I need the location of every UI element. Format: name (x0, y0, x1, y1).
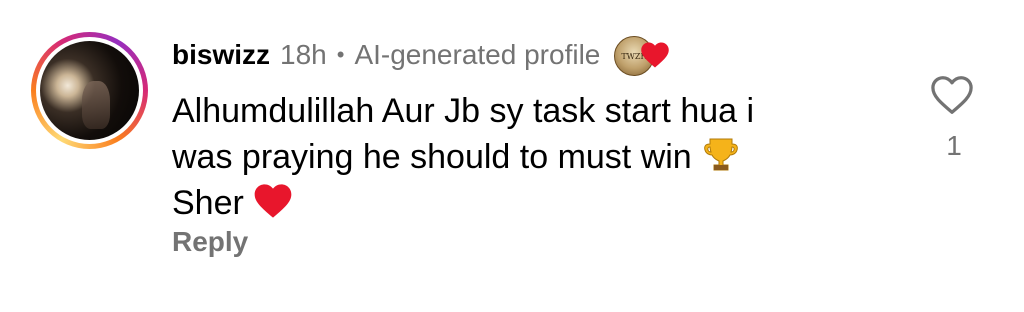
red-heart-icon (254, 184, 292, 218)
comment-time: 18h (280, 39, 327, 70)
like-count: 1 (946, 130, 962, 161)
avatar[interactable] (40, 41, 139, 140)
comment-line-1: Alhumdulillah Aur Jb sy task start hua i (172, 92, 755, 130)
ai-profile-label[interactable]: AI-generated profile (354, 39, 600, 71)
heart-outline-icon (931, 75, 973, 114)
badge-heart-icon (641, 42, 670, 68)
username-link[interactable]: biswizz (172, 39, 270, 71)
fan-badge[interactable]: TWZH (612, 35, 672, 76)
reply-button[interactable]: Reply (172, 226, 248, 258)
like-button[interactable] (928, 74, 976, 118)
comment-text: Alhumdulillah Aur Jb sy task start hua i… (172, 88, 872, 226)
comment-header: biswizz 18h • AI-generated profile TWZH (172, 35, 672, 76)
trophy-icon (704, 138, 739, 171)
comment-line-3: Sher (172, 184, 244, 222)
separator-dot: • (336, 42, 345, 67)
comment-line-2: was praying he should to must win (172, 138, 692, 176)
avatar-story-ring[interactable] (31, 32, 148, 149)
